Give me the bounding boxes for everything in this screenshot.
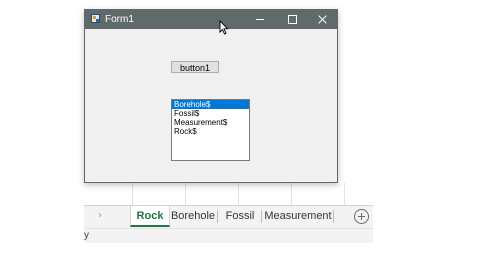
sheet-tab-fossil[interactable]: Fossil xyxy=(220,206,260,227)
grid-line xyxy=(238,183,239,205)
sheet-tab-borehole[interactable]: Borehole xyxy=(170,206,216,227)
status-text: y xyxy=(84,230,89,241)
grid-line xyxy=(344,183,345,205)
list-item[interactable]: Borehole$ xyxy=(172,100,249,109)
grid-line xyxy=(185,183,186,205)
scroll-tabs-icon[interactable]: › xyxy=(98,209,108,223)
sheet-listbox[interactable]: Borehole$ Fossil$ Measurement$ Rock$ xyxy=(171,99,250,161)
sheet-tab-measurement[interactable]: Measurement xyxy=(264,206,332,227)
window-title: Form1 xyxy=(105,14,134,25)
title-bar[interactable]: Form1 xyxy=(85,10,337,29)
close-button[interactable] xyxy=(307,10,337,29)
sheet-tab-bar: › Rock Borehole Fossil Measurement xyxy=(84,205,373,228)
grid-line xyxy=(291,183,292,205)
minimize-button[interactable] xyxy=(245,10,275,29)
sheet-tab-rock[interactable]: Rock xyxy=(130,206,170,227)
list-item[interactable]: Rock$ xyxy=(172,127,249,136)
form-window: Form1 button1 Borehole$ Fossil$ Measurem… xyxy=(84,9,338,183)
button1[interactable]: button1 xyxy=(171,61,219,73)
spreadsheet-grid xyxy=(84,183,374,205)
mouse-cursor-icon xyxy=(219,20,229,35)
add-sheet-icon[interactable] xyxy=(354,209,369,224)
list-item[interactable]: Fossil$ xyxy=(172,109,249,118)
list-item[interactable]: Measurement$ xyxy=(172,118,249,127)
tab-separator xyxy=(217,210,218,223)
maximize-button[interactable] xyxy=(277,10,307,29)
tab-separator xyxy=(261,210,262,223)
grid-line xyxy=(132,183,133,205)
app-icon xyxy=(91,14,100,23)
tab-separator xyxy=(333,210,334,223)
status-bar: y xyxy=(84,228,373,243)
